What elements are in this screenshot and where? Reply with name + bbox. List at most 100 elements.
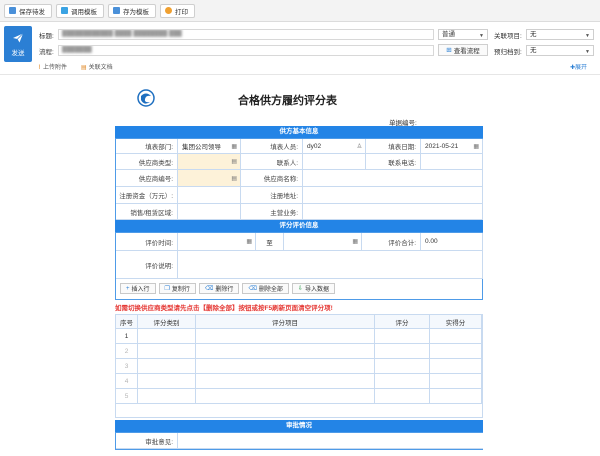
table-cell[interactable] [430, 359, 482, 374]
title-input[interactable]: ████████████ ████ ████████ ███ [58, 29, 434, 40]
relate-doc-link[interactable]: ▤ 关联文档 [81, 62, 113, 71]
top-toolbar: 保存待发 调用模板 存为模板 打印 [0, 0, 600, 22]
header-divider [0, 74, 600, 75]
filler-label: 填表人员: [241, 139, 303, 154]
supplier-type-field[interactable]: ▤ [178, 154, 241, 170]
table-row-number: 3 [116, 359, 138, 374]
contact-field[interactable] [303, 154, 366, 170]
save-template-label: 存为模板 [123, 8, 149, 16]
approval-section-header: 审批情况 [115, 420, 483, 432]
approval-opinion-field[interactable] [178, 433, 483, 449]
dept-value: 集团公司领导 [182, 144, 221, 151]
table-cell[interactable] [430, 374, 482, 389]
table-cell[interactable] [196, 344, 375, 359]
eval-start-date-field[interactable]: ▦ [178, 233, 256, 251]
phone-field[interactable] [421, 154, 483, 170]
delete-row-button[interactable]: ⌫ 删除行 [198, 283, 240, 294]
table-cell[interactable] [430, 344, 482, 359]
grid-header-item: 评分项目 [196, 315, 375, 329]
eval-total-label: 评价合计: [362, 233, 421, 251]
save-icon [9, 7, 16, 14]
table-cell[interactable] [375, 344, 430, 359]
upload-attachment-label: 上传附件 [42, 65, 67, 71]
table-cell[interactable] [375, 389, 430, 404]
chevron-down-icon: ▼ [479, 33, 484, 39]
upload-attachment-link[interactable]: ⌇ 上传附件 [38, 62, 67, 71]
paper-plane-icon [13, 32, 24, 42]
save-draft-label: 保存待发 [19, 8, 45, 16]
date-label: 填表日期: [366, 139, 421, 154]
table-cell[interactable] [430, 389, 482, 404]
table-cell[interactable] [430, 329, 482, 344]
delete-all-button[interactable]: ⌫ 删除全部 [242, 283, 289, 294]
table-cell[interactable] [138, 329, 196, 344]
business-label: 主营业务: [241, 204, 303, 220]
importance-value: 普通 [442, 31, 455, 38]
eval-desc-textarea[interactable] [178, 251, 483, 279]
print-button[interactable]: 打印 [160, 3, 195, 18]
date-field[interactable]: 2021-05-21 ▦ [421, 139, 483, 154]
calendar-icon[interactable]: ▦ [246, 238, 252, 245]
expand-link[interactable]: ✚展开 [570, 62, 587, 71]
dept-field[interactable]: 集团公司领导 ▦ [178, 139, 241, 154]
use-template-label: 调用模板 [71, 8, 97, 16]
org-picker-icon[interactable]: ▦ [231, 143, 237, 150]
table-cell[interactable] [196, 329, 375, 344]
import-icon: ⇩ [297, 286, 303, 292]
copy-row-button[interactable]: ❐ 复制行 [158, 283, 196, 294]
delete-all-label: 删除全部 [258, 287, 283, 293]
eval-desc-label: 评价说明: [116, 251, 178, 279]
send-label: 发送 [11, 49, 25, 57]
save-template-button[interactable]: 存为模板 [108, 3, 156, 18]
table-cell[interactable] [138, 359, 196, 374]
import-data-button[interactable]: ⇩ 导入数据 [291, 283, 335, 294]
insert-row-button[interactable]: + 插入行 [120, 283, 156, 294]
grid-operations: + 插入行 ❐ 复制行 ⌫ 删除行 ⌫ 删除全部 ⇩ 导入数据 [120, 283, 338, 294]
calendar-icon[interactable]: ▦ [473, 143, 479, 150]
supplier-no-field[interactable]: ▤ [178, 170, 241, 187]
eval-total-field: 0.00 [421, 233, 483, 251]
capital-field[interactable] [178, 187, 241, 204]
address-label: 注册地址: [241, 187, 303, 204]
chevron-down-icon: ▼ [585, 33, 590, 39]
table-cell[interactable] [138, 374, 196, 389]
eval-section-header: 评分评价信息 [115, 220, 483, 232]
table-cell[interactable] [138, 389, 196, 404]
table-cell[interactable] [196, 374, 375, 389]
calendar-icon[interactable]: ▦ [352, 238, 358, 245]
eval-total-value: 0.00 [425, 238, 438, 245]
supplier-name-field[interactable] [303, 170, 483, 187]
use-template-button[interactable]: 调用模板 [56, 3, 104, 18]
picker-icon[interactable]: ▤ [231, 158, 237, 165]
table-cell[interactable] [196, 389, 375, 404]
importance-select[interactable]: 普通 ▼ [438, 29, 488, 40]
address-field[interactable] [303, 187, 483, 204]
person-picker-icon[interactable]: ♙ [357, 143, 362, 150]
archive-select[interactable]: 无 ▼ [526, 45, 594, 56]
save-draft-button[interactable]: 保存待发 [4, 3, 52, 18]
print-label: 打印 [175, 8, 188, 16]
region-field[interactable] [178, 204, 241, 220]
attachment-links: ⌇ 上传附件 ▤ 关联文档 [38, 62, 113, 71]
eval-end-date-field[interactable]: ▦ [284, 233, 362, 251]
table-cell[interactable] [196, 359, 375, 374]
filler-field[interactable]: dy02 ♙ [303, 139, 366, 154]
company-logo-icon [137, 89, 155, 107]
relate-doc-label: 关联文档 [88, 65, 113, 71]
related-project-select[interactable]: 无 ▼ [526, 29, 594, 40]
expand-label: 展开 [575, 65, 588, 71]
business-field[interactable] [303, 204, 483, 220]
grid-header-no: 序号 [116, 315, 138, 329]
date-value: 2021-05-21 [425, 142, 459, 150]
send-button[interactable]: 发送 [4, 26, 32, 62]
flow-input[interactable]: ███████ [58, 45, 434, 56]
picker-icon[interactable]: ▤ [231, 175, 237, 182]
table-cell[interactable] [375, 329, 430, 344]
table-row-number: 1 [116, 329, 138, 344]
table-cell[interactable] [138, 344, 196, 359]
eval-time-label: 评价时间: [116, 233, 178, 251]
table-cell[interactable] [375, 374, 430, 389]
table-cell[interactable] [375, 359, 430, 374]
view-flow-button[interactable]: ⊞ 查看流程 [438, 44, 488, 56]
title-label: 标题: [39, 33, 54, 40]
